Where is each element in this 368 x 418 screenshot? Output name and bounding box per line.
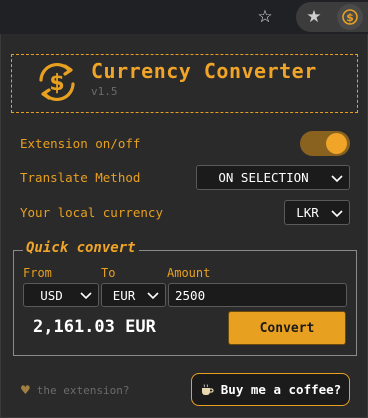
heart-icon: ♥	[20, 383, 31, 397]
from-label: From	[23, 266, 52, 280]
to-currency-value: EUR	[112, 287, 136, 303]
buy-coffee-label: Buy me a coffee?	[220, 382, 342, 397]
amount-input[interactable]: 2500	[168, 283, 347, 307]
svg-text:$: $	[49, 71, 64, 96]
bookmark-star-icon[interactable]: ☆	[252, 4, 278, 30]
chevron-down-icon	[331, 174, 343, 182]
amount-label: Amount	[167, 266, 211, 280]
translate-method-select[interactable]: ON SELECTION	[196, 165, 350, 190]
chevron-down-icon	[331, 209, 343, 217]
extension-toggle[interactable]	[300, 131, 350, 156]
dollar-exchange-icon: $	[39, 62, 75, 102]
from-currency-select[interactable]: USD	[23, 283, 99, 307]
like-extension-link[interactable]: ♥ the extension?	[20, 383, 129, 397]
local-currency-label: Your local currency	[20, 205, 163, 220]
chevron-down-icon	[147, 292, 159, 300]
like-extension-text: the extension?	[36, 383, 130, 397]
translate-method-value: ON SELECTION	[218, 170, 309, 185]
chevron-down-icon	[80, 292, 92, 300]
conversion-result: 2,161.03 EUR	[33, 317, 156, 337]
extension-popup: $ Currency Converter v1.5 Extension on/o…	[0, 34, 368, 418]
toggle-knob	[326, 133, 347, 154]
coffee-cup-icon	[201, 383, 214, 395]
from-currency-value: USD	[40, 287, 63, 303]
svg-text:$: $	[346, 11, 354, 24]
to-currency-select[interactable]: EUR	[101, 283, 166, 307]
browser-toolbar: ☆ ★ $	[0, 0, 368, 34]
app-title: Currency Converter	[91, 59, 317, 83]
buy-coffee-button[interactable]: Buy me a coffee?	[191, 373, 350, 406]
header-box: $ Currency Converter v1.5	[11, 54, 358, 113]
translate-method-label: Translate Method	[20, 170, 141, 185]
extension-toggle-label: Extension on/off	[20, 136, 141, 151]
to-label: To	[101, 266, 116, 280]
star-filled-icon[interactable]: ★	[301, 4, 327, 30]
local-currency-value: LKR	[296, 205, 319, 220]
convert-button[interactable]: Convert	[228, 311, 346, 345]
currency-converter-extension-icon[interactable]: $	[337, 4, 363, 30]
quick-convert-legend: Quick convert	[23, 240, 139, 256]
local-currency-select[interactable]: LKR	[284, 200, 350, 225]
app-version: v1.5	[91, 85, 118, 98]
